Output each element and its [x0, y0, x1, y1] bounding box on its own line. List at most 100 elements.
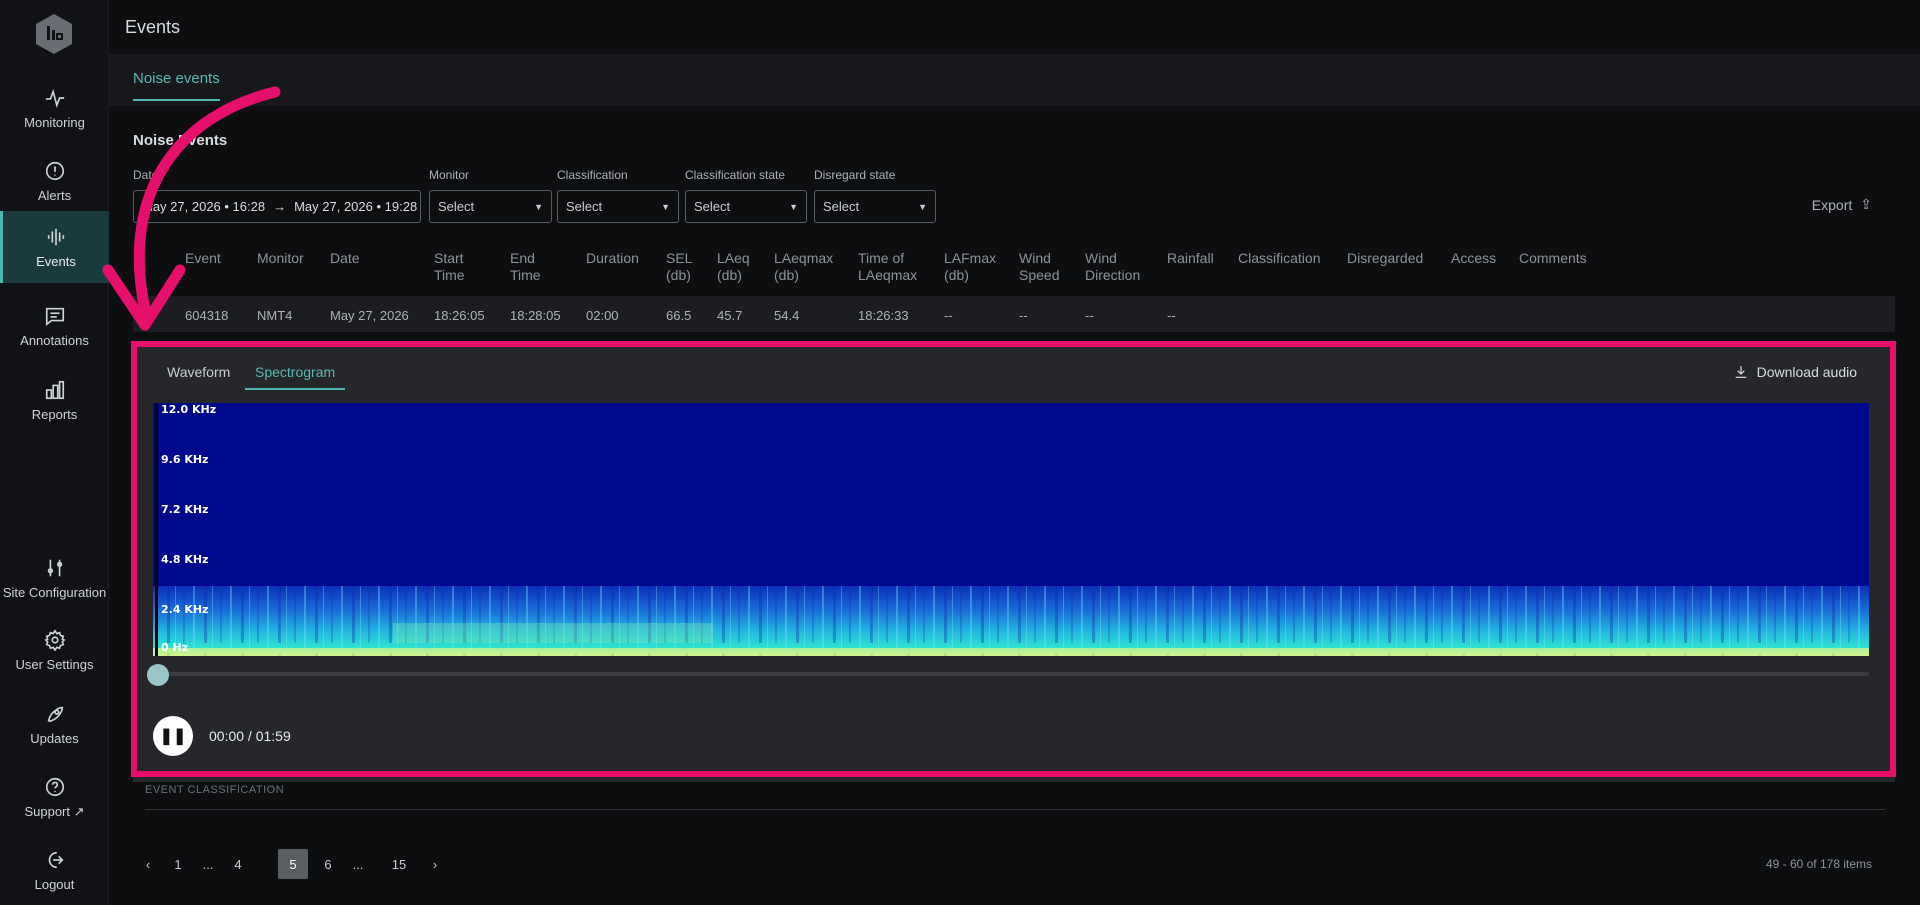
gear-icon: [43, 628, 67, 652]
pagination-page[interactable]: 6: [313, 849, 343, 879]
sidebar-item-label: Events: [36, 254, 76, 269]
column-header[interactable]: Disregarded: [1347, 250, 1423, 267]
sidebar-item-label: Site Configuration: [2, 585, 107, 600]
cell-end-time: 18:28:05: [510, 308, 561, 323]
download-audio-button[interactable]: Download audio: [1733, 364, 1857, 380]
column-header[interactable]: Duration: [586, 250, 639, 267]
disregard-state-filter-label: Disregard state: [814, 168, 896, 182]
column-header[interactable]: Monitor: [257, 250, 304, 267]
column-header[interactable]: Classification: [1238, 250, 1320, 267]
export-button[interactable]: Export ⇪: [1812, 196, 1872, 213]
playback-time: 00:00 / 01:59: [209, 728, 291, 744]
alert-circle-icon: [43, 159, 67, 183]
main-content: Noise Events Date May 27, 2026 • 16:28 →…: [109, 106, 1920, 905]
monitor-select[interactable]: Select ▼: [429, 190, 552, 223]
freq-label: 9.6 KHz: [161, 453, 209, 466]
sidebar-item-annotations[interactable]: Annotations: [0, 290, 109, 362]
column-header[interactable]: Rainfall: [1167, 250, 1214, 267]
sidebar-item-alerts[interactable]: Alerts: [0, 145, 109, 217]
cell-sel: 66.5: [666, 308, 692, 323]
top-header: Events: [109, 0, 1920, 54]
pagination-ellipsis[interactable]: ...: [343, 849, 373, 879]
monitor-filter-label: Monitor: [429, 168, 470, 182]
classification-state-select[interactable]: Select ▼: [685, 190, 807, 223]
pagination-page-active[interactable]: 5: [278, 849, 308, 879]
column-header[interactable]: Access: [1451, 250, 1496, 267]
help-circle-icon: [43, 775, 67, 799]
cell-duration: 02:00: [586, 308, 619, 323]
sidebar-item-events[interactable]: Events: [0, 211, 109, 283]
tab-noise-events[interactable]: Noise events: [133, 70, 220, 101]
column-header[interactable]: Comments: [1519, 250, 1587, 267]
column-header[interactable]: Time of LAeqmax: [858, 250, 918, 284]
chevron-down-icon: ▼: [534, 201, 543, 212]
cell-wind-speed: --: [1019, 308, 1028, 323]
sidebar-item-label: Logout: [34, 877, 75, 892]
chevron-down-icon: ▼: [661, 201, 670, 212]
column-header[interactable]: Date: [330, 250, 360, 267]
play-pause-button[interactable]: ❚❚: [153, 716, 193, 756]
pagination-page[interactable]: 4: [223, 849, 253, 879]
pagination-next[interactable]: ›: [420, 849, 450, 879]
sidebar-item-site-configuration[interactable]: Site Configuration: [0, 540, 109, 616]
freq-label: 4.8 KHz: [161, 553, 209, 566]
sidebar-item-monitoring[interactable]: Monitoring: [0, 72, 109, 144]
select-value: Select: [823, 199, 860, 214]
cell-time-of-laeqmax: 18:26:33: [858, 308, 909, 323]
sidebar-item-updates[interactable]: Updates: [0, 688, 109, 760]
select-value: Select: [694, 199, 731, 214]
tab-spectrogram[interactable]: Spectrogram: [245, 364, 346, 390]
cell-wind-direction: --: [1085, 308, 1094, 323]
rocket-icon: [43, 702, 67, 726]
cell-rainfall: --: [1167, 308, 1176, 323]
cell-laeq: 45.7: [717, 308, 743, 323]
freq-label: 0 Hz: [161, 641, 189, 654]
external-link-icon: ↗: [73, 804, 85, 819]
sidebar-item-logout[interactable]: Logout: [0, 834, 109, 905]
playback-progress-track[interactable]: [153, 672, 1869, 676]
download-icon: [1735, 366, 1746, 378]
pagination-ellipsis[interactable]: ...: [193, 849, 223, 879]
sidebar-item-reports[interactable]: Reports: [0, 364, 109, 436]
items-count: 49 - 60 of 178 items: [1765, 857, 1872, 871]
date-range-picker[interactable]: May 27, 2026 • 16:28 → May 27, 2026 • 19…: [133, 190, 421, 223]
chevron-down-icon: ▼: [918, 201, 927, 212]
pause-icon: ❚❚: [159, 728, 187, 745]
column-header[interactable]: LAeqmax (db): [774, 250, 838, 284]
sidebar-item-label: Alerts: [37, 188, 72, 203]
app: Monitoring Alerts Events Annotations Rep…: [0, 0, 1920, 905]
freq-label: 12.0 KHz: [161, 403, 217, 416]
tab-bar: Noise events: [109, 54, 1920, 106]
column-header[interactable]: LAeq (db): [717, 250, 753, 284]
audio-player-panel: Waveform Spectrogram Download audio 12.0…: [133, 342, 1895, 782]
tab-waveform[interactable]: Waveform: [167, 364, 230, 380]
spectrogram[interactable]: 12.0 KHz 9.6 KHz 7.2 KHz 4.8 KHz 2.4 KHz…: [153, 403, 1869, 656]
classification-filter-label: Classification: [557, 168, 628, 182]
app-logo[interactable]: [34, 12, 74, 56]
disregard-state-select[interactable]: Select ▼: [814, 190, 936, 223]
pagination-page[interactable]: 15: [384, 849, 414, 879]
export-label: Export: [1811, 196, 1853, 213]
column-header[interactable]: SEL (db): [666, 250, 700, 284]
column-header[interactable]: Wind Direction: [1085, 250, 1149, 284]
column-header[interactable]: End Time: [510, 250, 550, 284]
cell-date: May 27, 2026: [330, 308, 409, 323]
sidebar-item-label: Support ↗: [24, 804, 85, 819]
sidebar: Monitoring Alerts Events Annotations Rep…: [0, 0, 109, 905]
classification-select[interactable]: Select ▼: [557, 190, 679, 223]
pagination-page[interactable]: 1: [163, 849, 193, 879]
sidebar-item-label: Updates: [30, 731, 79, 746]
column-header[interactable]: Wind Speed: [1019, 250, 1065, 284]
freq-label: 7.2 KHz: [161, 503, 209, 516]
column-header[interactable]: Start Time: [434, 250, 474, 284]
playback-progress-thumb[interactable]: [147, 664, 169, 686]
sidebar-item-label: Reports: [31, 407, 78, 422]
activity-icon: [43, 86, 67, 110]
column-header[interactable]: LAFmax (db): [944, 250, 996, 284]
arrow-right-icon: →: [273, 199, 287, 214]
sidebar-item-label: User Settings: [15, 657, 94, 672]
column-header[interactable]: Event: [185, 250, 221, 267]
pagination-prev[interactable]: ‹: [133, 849, 163, 879]
sidebar-item-user-settings[interactable]: User Settings: [0, 614, 109, 686]
sidebar-item-support[interactable]: Support ↗: [0, 761, 109, 833]
